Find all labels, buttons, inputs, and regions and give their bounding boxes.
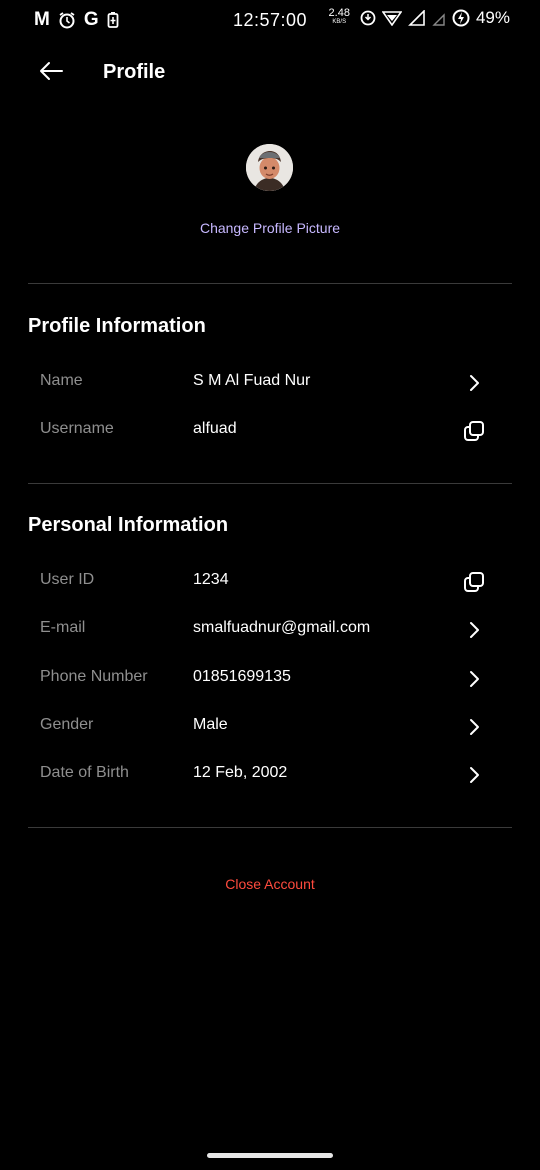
status-bar: M G 12:57:00 2.48 KB/S 49%: [0, 0, 540, 40]
row-user-id[interactable]: User ID 1234: [28, 560, 512, 604]
row-phone-number[interactable]: Phone Number 01851699135: [28, 657, 512, 701]
divider: [28, 283, 512, 284]
row-username[interactable]: Username alfuad: [28, 409, 512, 453]
change-profile-picture-link[interactable]: Change Profile Picture: [0, 220, 540, 236]
chevron-right-icon[interactable]: [462, 371, 486, 395]
divider: [28, 827, 512, 828]
data-saver-icon: [360, 10, 376, 26]
personal-information-heading: Personal Information: [28, 514, 229, 536]
close-account-button[interactable]: Close Account: [0, 876, 540, 892]
chevron-right-icon[interactable]: [462, 763, 486, 787]
chevron-right-icon[interactable]: [462, 715, 486, 739]
net-speed-unit: KB/S: [332, 19, 347, 25]
net-speed: 2.48 KB/S: [328, 7, 350, 27]
avatar[interactable]: [246, 144, 293, 191]
row-value: 01851699135: [193, 668, 291, 685]
back-arrow-icon[interactable]: [36, 56, 66, 86]
copy-icon[interactable]: [462, 419, 486, 443]
row-label: Date of Birth: [40, 764, 129, 781]
row-value: Male: [193, 716, 228, 733]
app-bar: Profile: [0, 52, 540, 96]
row-label: Name: [40, 372, 83, 389]
divider: [28, 483, 512, 484]
copy-icon[interactable]: [462, 570, 486, 594]
chevron-right-icon[interactable]: [462, 667, 486, 691]
row-label: Username: [40, 420, 114, 437]
row-label: Phone Number: [40, 668, 148, 685]
row-email[interactable]: E-mail smalfuadnur@gmail.com: [28, 608, 512, 652]
net-speed-value: 2.48: [328, 7, 350, 19]
battery-percent: 49%: [475, 8, 510, 27]
signal-icon: [408, 10, 425, 26]
row-gender[interactable]: Gender Male: [28, 705, 512, 749]
signal-2-icon: [432, 13, 445, 26]
row-name[interactable]: Name S M Al Fuad Nur: [28, 361, 512, 405]
row-value: S M Al Fuad Nur: [193, 372, 311, 389]
row-value: smalfuadnur@gmail.com: [193, 619, 371, 636]
avatar-image: [246, 144, 293, 191]
home-indicator[interactable]: [207, 1153, 333, 1158]
wifi-icon: [381, 11, 402, 26]
status-right-icons: 2.48 KB/S 49%: [329, 8, 510, 28]
row-label: E-mail: [40, 619, 86, 636]
row-value: alfuad: [193, 420, 237, 437]
row-label: User ID: [40, 571, 95, 588]
row-date-of-birth[interactable]: Date of Birth 12 Feb, 2002: [28, 753, 512, 797]
row-value: 1234: [193, 571, 229, 588]
page-title: Profile: [103, 61, 166, 83]
battery-charging-icon: [452, 9, 470, 27]
chevron-right-icon[interactable]: [462, 618, 486, 642]
row-value: 12 Feb, 2002: [193, 764, 288, 781]
row-label: Gender: [40, 716, 94, 733]
profile-information-heading: Profile Information: [28, 315, 206, 337]
